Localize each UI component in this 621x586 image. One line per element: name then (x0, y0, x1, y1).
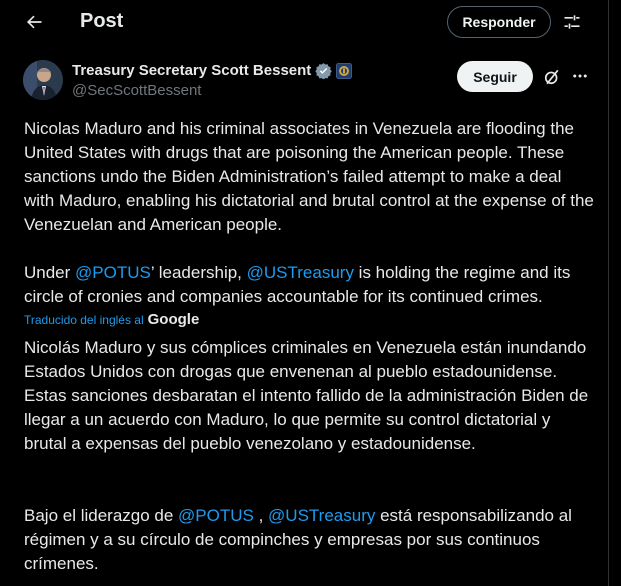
treasury-seal-icon (336, 62, 353, 79)
page-title: Post (80, 10, 124, 32)
mention-potus-link[interactable]: @POTUS (178, 506, 254, 525)
reply-button[interactable]: Responder (447, 6, 551, 38)
author-name-row: Treasury Secretary Scott Bessent (72, 62, 353, 79)
text-segment: Bajo el liderazgo de (24, 506, 179, 525)
settings-button[interactable] (558, 8, 586, 36)
mention-ustreasury-link[interactable]: @USTreasury (247, 263, 354, 282)
tweet-text-translation: Nicolás Maduro y sus cómplices criminale… (24, 338, 593, 453)
post-header: Post Responder (0, 0, 609, 44)
verified-badge-icon (315, 63, 333, 79)
grok-icon (544, 69, 559, 85)
author-handle[interactable]: @SecScottBessent (72, 82, 201, 99)
grok-button[interactable] (540, 65, 564, 89)
text-segment: ’ leadership, (150, 263, 247, 282)
scrollbar-gutter (610, 0, 621, 586)
google-logo: Google (147, 311, 200, 328)
translated-label-text: Traducido del inglés al (24, 312, 144, 327)
translated-by-label[interactable]: Traducido del inglés al Google (24, 311, 199, 328)
mention-ustreasury-link[interactable]: @USTreasury (268, 506, 375, 525)
avatar[interactable] (23, 60, 63, 100)
tweet-text-original-p2: Under @POTUS’ leadership, @USTreasury is… (24, 261, 594, 309)
more-icon (573, 74, 587, 78)
tweet-text-translation-p2: Bajo el liderazgo de @POTUS , @USTreasur… (24, 504, 594, 576)
follow-button[interactable]: Seguir (457, 61, 533, 92)
mention-potus-link[interactable]: @POTUS (75, 263, 151, 282)
text-segment: , (253, 506, 269, 525)
author-name[interactable]: Treasury Secretary Scott Bessent (72, 62, 311, 79)
text-segment: Under (24, 263, 76, 282)
more-button[interactable] (568, 64, 592, 88)
sliders-icon (564, 15, 580, 29)
back-arrow-icon (26, 15, 42, 29)
tweet-text-original: Nicolas Maduro and his criminal associat… (24, 119, 599, 234)
back-button[interactable] (18, 6, 50, 38)
